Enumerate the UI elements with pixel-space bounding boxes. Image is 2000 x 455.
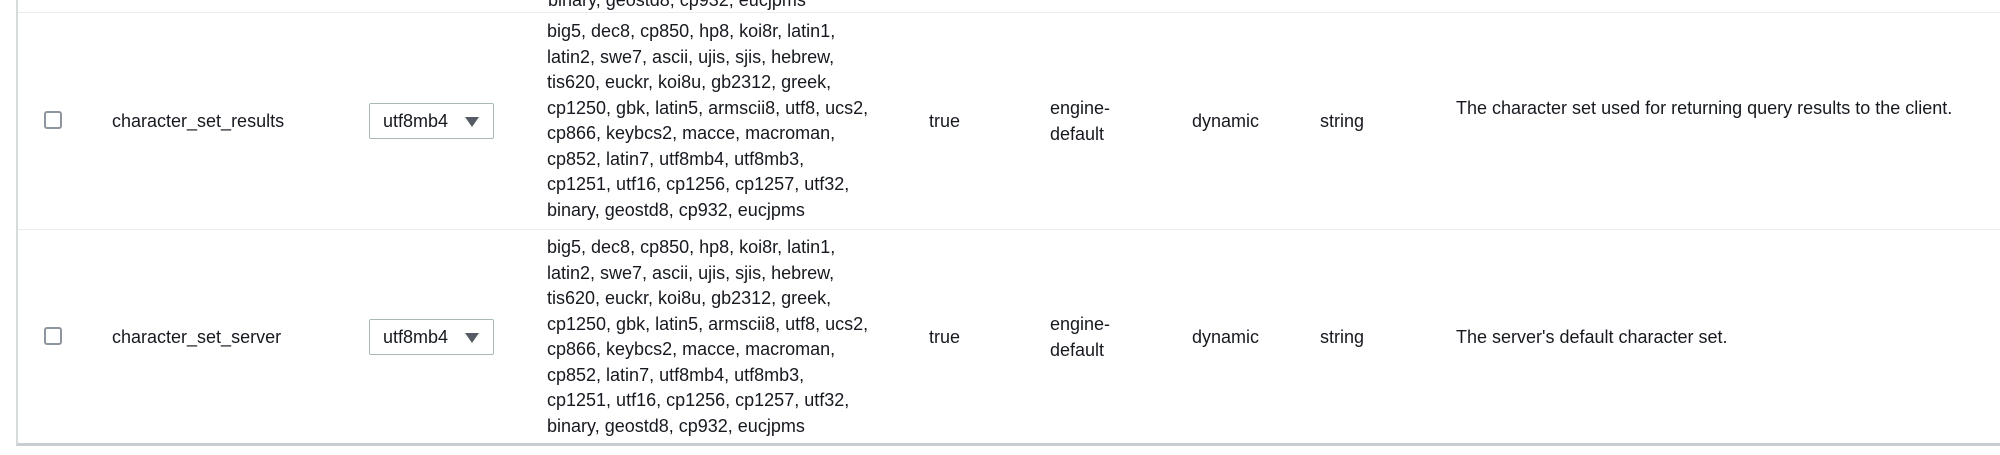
parameter-name: character_set_results [112,111,285,131]
row-select-checkbox[interactable] [44,111,62,129]
is-modifiable: true [929,327,961,347]
parameter-description: The server's default character set. [1456,327,1728,347]
table-row: character_set_server utf8mb4 big5, dec8,… [18,230,2000,446]
parameter-name: character_set_server [112,327,282,347]
select-value: utf8mb4 [383,327,449,347]
parameter-value-select[interactable]: utf8mb4 [369,103,494,139]
parameters-table-viewport: binary, geostd8, cp932, eucjpms characte… [0,0,2000,455]
is-modifiable: true [929,111,961,131]
source-line-1: engine- [1050,98,1111,118]
table-row: character_set_results utf8mb4 big5, dec8… [18,13,2000,229]
select-value: utf8mb4 [383,111,449,131]
allowed-values: big5, dec8, cp850, hp8, koi8r, latin1, l… [547,21,869,220]
apply-type: dynamic [1192,111,1260,131]
allowed-values: big5, dec8, cp850, hp8, koi8r, latin1, l… [547,237,869,436]
caret-down-icon [465,117,479,127]
parameter-value-select[interactable]: utf8mb4 [369,319,494,355]
source-line-2: default [1050,124,1105,144]
source-line-2: default [1050,340,1105,360]
source-line-1: engine- [1050,314,1111,334]
data-type: string [1320,111,1365,131]
apply-type: dynamic [1192,327,1260,347]
row-select-checkbox[interactable] [44,327,62,345]
parameter-description: The character set used for returning que… [1456,98,1953,118]
data-type: string [1320,327,1365,347]
caret-down-icon [465,333,479,343]
